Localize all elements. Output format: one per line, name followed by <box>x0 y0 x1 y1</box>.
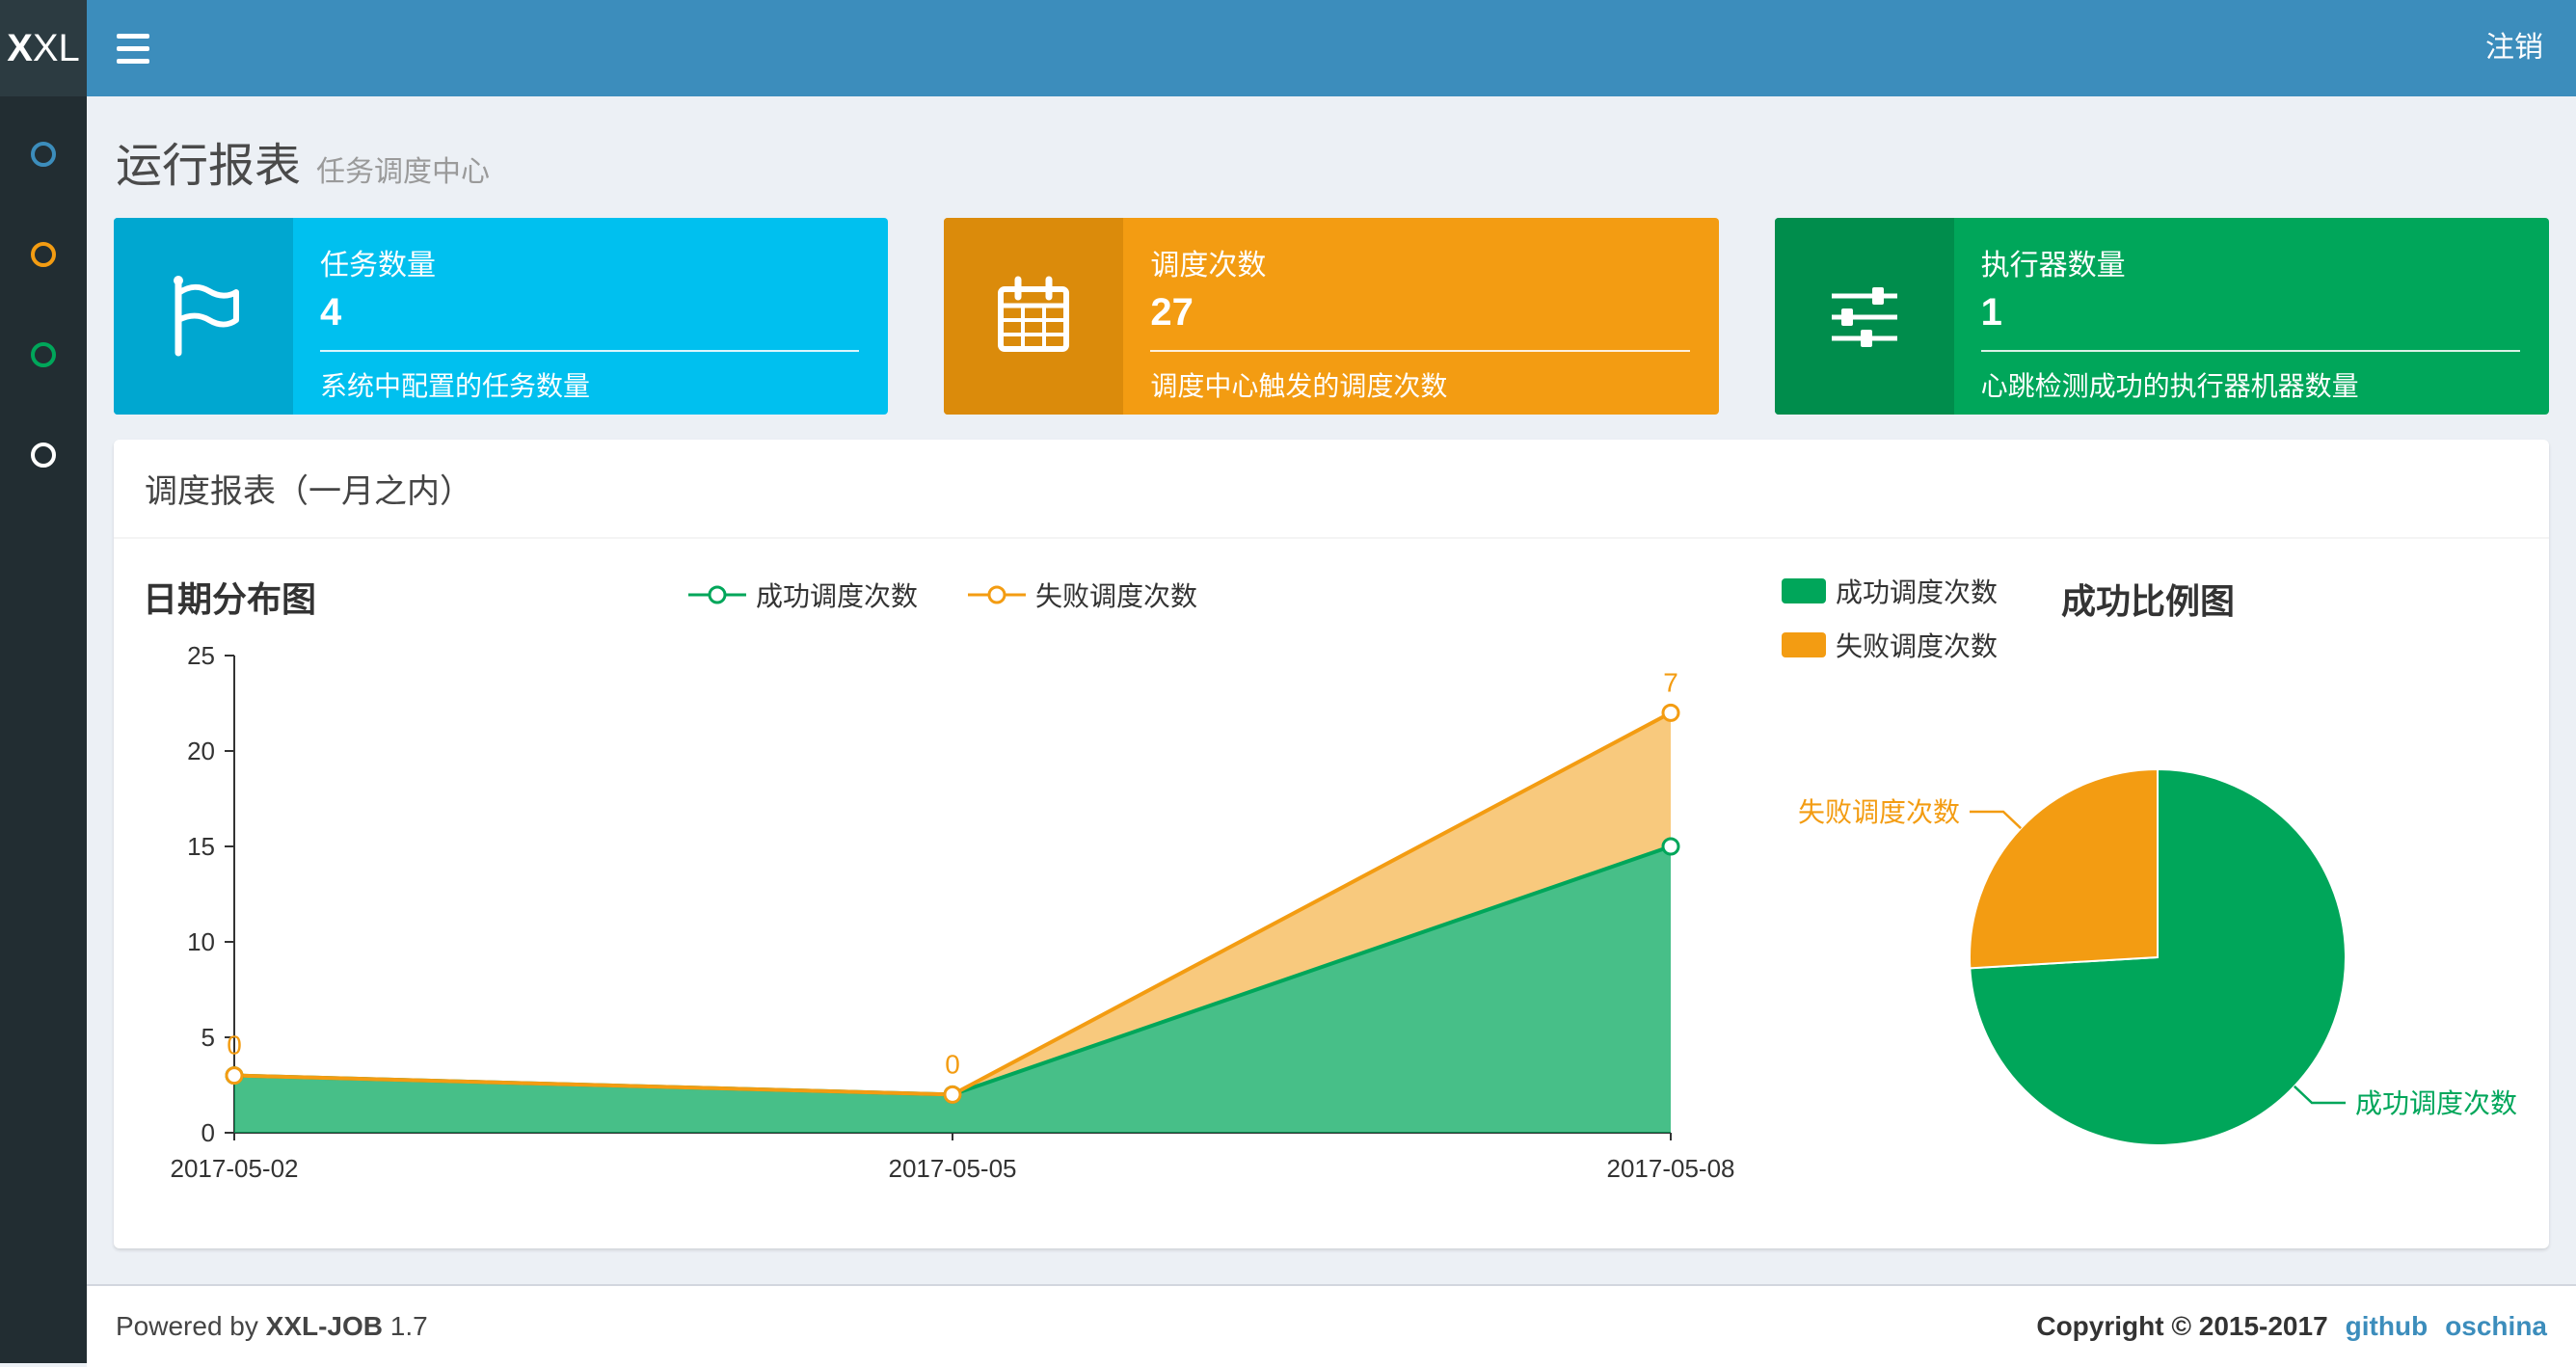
svg-text:2017-05-05: 2017-05-05 <box>889 1154 1017 1183</box>
divider <box>320 350 860 352</box>
content-area: 运行报表 任务调度中心 任务数量 4 系统中配置的任务数量 调度次数 27 调度… <box>87 96 2576 1284</box>
sidebar-toggle-button[interactable] <box>87 0 179 96</box>
page-title: 运行报表 <box>116 141 302 192</box>
legend-item-success[interactable]: 成功调度次数 <box>1782 572 1998 610</box>
sidebar <box>0 96 87 1363</box>
legend-item-fail[interactable]: 失败调度次数 <box>968 576 1197 614</box>
github-link[interactable]: github <box>2346 1311 2428 1342</box>
svg-text:10: 10 <box>187 927 215 956</box>
info-box-description: 系统中配置的任务数量 <box>320 371 591 401</box>
app-logo[interactable]: X XL <box>0 0 87 96</box>
page-header: 运行报表 任务调度中心 <box>116 127 2549 195</box>
panel-title: 调度报表（一月之内） <box>114 440 2549 539</box>
oschina-link[interactable]: oschina <box>2445 1311 2547 1342</box>
info-box-value: 27 <box>1150 291 1194 334</box>
svg-text:成功调度次数: 成功调度次数 <box>2355 1088 2517 1118</box>
sidebar-item-1[interactable] <box>0 104 87 204</box>
legend-swatch <box>1782 632 1826 657</box>
sidebar-item-4[interactable] <box>0 405 87 505</box>
sliders-icon <box>1831 287 1897 347</box>
info-box-label: 执行器数量 <box>1980 250 2126 281</box>
svg-text:25: 25 <box>187 641 215 670</box>
calendar-icon <box>998 276 1070 352</box>
version: 1.7 <box>389 1311 428 1341</box>
legend-swatch <box>1782 578 1826 603</box>
info-box-trigger-count: 调度次数 27 调度中心触发的调度次数 <box>944 218 1719 415</box>
legend-item-fail[interactable]: 失败调度次数 <box>1782 626 1998 664</box>
success-ratio-chart-block: 成功调度次数 失败调度次数 成功比例图 成功调度次数 失败调度次数 <box>1743 572 2543 1210</box>
circle-icon <box>31 442 56 468</box>
svg-text:2017-05-08: 2017-05-08 <box>1607 1154 1735 1183</box>
info-box-value: 1 <box>1980 291 2002 334</box>
line-chart-legend: 成功调度次数 失败调度次数 <box>687 576 1197 614</box>
sidebar-item-2[interactable] <box>0 204 87 305</box>
info-box-label: 调度次数 <box>1150 250 1267 281</box>
divider <box>1980 350 2520 352</box>
schedule-report-panel: 调度报表（一月之内） 日期分布图 成功调度次数 失败调度次数 0 5 10 15… <box>114 440 2549 1248</box>
svg-text:20: 20 <box>187 737 215 765</box>
info-box-description: 心跳检测成功的执行器机器数量 <box>1980 371 2359 401</box>
circle-icon <box>31 242 56 267</box>
svg-text:15: 15 <box>187 832 215 861</box>
svg-text:0: 0 <box>227 1031 242 1060</box>
flag-icon <box>174 276 239 357</box>
info-box-job-count: 任务数量 4 系统中配置的任务数量 <box>114 218 889 415</box>
line-marker-icon <box>687 585 746 604</box>
svg-text:5: 5 <box>201 1023 215 1052</box>
app-logo-text: XL <box>32 26 80 69</box>
hamburger-icon <box>117 33 149 39</box>
svg-text:0: 0 <box>201 1118 215 1147</box>
svg-text:2017-05-02: 2017-05-02 <box>171 1154 299 1183</box>
pie-chart-legend: 成功调度次数 失败调度次数 <box>1782 572 1998 680</box>
info-box-description: 调度中心触发的调度次数 <box>1150 371 1448 401</box>
powered-by: Powered by XXL-JOB 1.7 <box>116 1311 428 1341</box>
logout-link[interactable]: 注销 <box>2453 0 2576 96</box>
circle-icon <box>31 342 56 367</box>
svg-text:7: 7 <box>1663 667 1678 697</box>
brand-name: XXL-JOB <box>265 1311 384 1341</box>
pie-chart-title: 成功比例图 <box>2061 581 2236 621</box>
legend-item-success[interactable]: 成功调度次数 <box>687 576 918 614</box>
svg-text:0: 0 <box>945 1049 960 1079</box>
footer: Powered by XXL-JOB 1.7 Copyright © 2015-… <box>87 1284 2576 1367</box>
info-box-row: 任务数量 4 系统中配置的任务数量 调度次数 27 调度中心触发的调度次数 执行… <box>114 218 2549 415</box>
success-ratio-pie-chart[interactable]: 成功调度次数 失败调度次数 <box>1772 668 2543 1208</box>
line-marker-icon <box>968 585 1026 604</box>
info-box-label: 任务数量 <box>320 250 436 281</box>
date-distribution-chart-block: 日期分布图 成功调度次数 失败调度次数 0 5 10 15 20 25 2017… <box>143 572 1743 1210</box>
info-box-value: 4 <box>320 291 342 334</box>
circle-icon <box>31 142 56 167</box>
page-subtitle: 任务调度中心 <box>316 156 491 188</box>
app-logo-text-bold: X <box>7 26 33 69</box>
svg-text:失败调度次数: 失败调度次数 <box>1798 797 1960 827</box>
top-navbar: X XL 注销 <box>0 0 2576 96</box>
divider <box>1150 350 1690 352</box>
date-distribution-chart[interactable]: 05101520252017-05-02 2017-05-05 2017-05-08… <box>143 631 1743 1210</box>
copyright-text: Copyright © 2015-2017 <box>2036 1311 2328 1341</box>
sidebar-item-3[interactable] <box>0 305 87 405</box>
info-box-executor-count: 执行器数量 1 心跳检测成功的执行器机器数量 <box>1774 218 2549 415</box>
